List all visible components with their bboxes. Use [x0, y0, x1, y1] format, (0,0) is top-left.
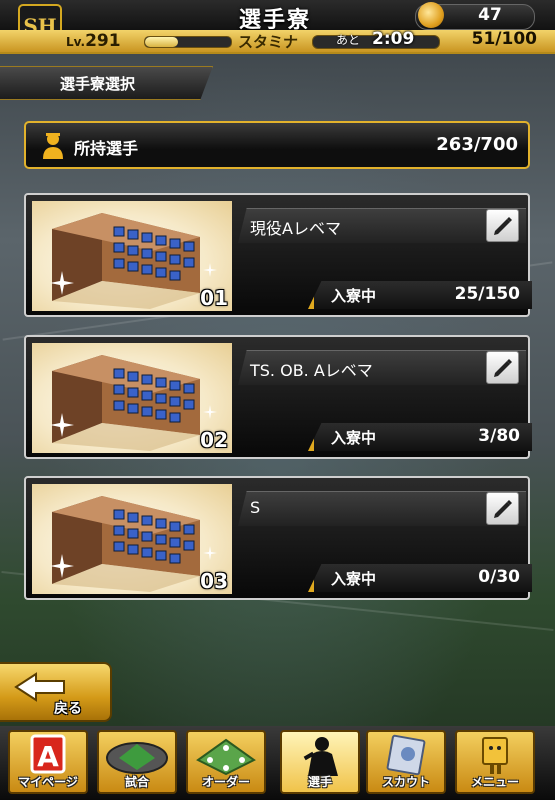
- svg-text:A: A: [37, 740, 59, 773]
- dorm-name: S: [250, 498, 261, 517]
- nav-menu-button[interactable]: メニュー: [455, 730, 535, 794]
- level-prefix: Lv.: [66, 35, 86, 49]
- gem-count: 47: [478, 5, 502, 25]
- section-title: 選手寮選択: [60, 75, 136, 93]
- dorm-number: 03: [200, 569, 228, 593]
- dorm-count: 25/150: [454, 284, 520, 304]
- edit-name-button[interactable]: [486, 209, 519, 242]
- dorm-building-image: 02: [32, 343, 232, 453]
- owned-value: 263/700: [436, 134, 518, 155]
- stamina-label: スタミナ: [238, 33, 299, 51]
- nav-game-button[interactable]: 試合: [97, 730, 177, 794]
- nav-label: スカウト: [381, 775, 430, 789]
- pencil-icon: [494, 500, 512, 518]
- dorm-building-image: 01: [32, 201, 232, 311]
- player-icon: [303, 737, 338, 776]
- nav-scout-button[interactable]: スカウト: [366, 730, 446, 794]
- back-button[interactable]: 戻る: [0, 662, 112, 722]
- back-label: 戻る: [54, 701, 82, 717]
- level-display: Lv.291: [66, 31, 121, 51]
- dorm-status: 入寮中: [331, 429, 377, 447]
- scout-icon: [386, 734, 426, 776]
- dorm-name-box: [238, 491, 526, 526]
- dorm-building-image: 03: [32, 484, 232, 594]
- dorm-status: 入寮中: [331, 287, 377, 305]
- dorm-count: 3/80: [478, 426, 520, 446]
- dorm-name: TS. OB. Aレベマ: [250, 361, 373, 380]
- pencil-icon: [494, 359, 512, 377]
- mypage-icon: A: [30, 734, 66, 774]
- stadium-icon: [106, 742, 168, 774]
- nav-label: メニュー: [470, 775, 519, 789]
- edit-name-button[interactable]: [486, 492, 519, 525]
- recover-timer: 2:09: [372, 29, 415, 49]
- menu-icon: [482, 737, 508, 774]
- owned-players-bar: 所持選手 263/700: [24, 121, 530, 169]
- player-silhouette-icon: [43, 133, 63, 159]
- dorm-card-01[interactable]: 01 現役Aレベマ 入寮中 25/150: [24, 193, 532, 317]
- recover-prefix: あと: [336, 33, 361, 47]
- gem-icon: [418, 2, 444, 28]
- nav-label: 選手: [307, 775, 332, 789]
- owned-label: 所持選手: [74, 139, 139, 158]
- dorm-number: 02: [200, 428, 228, 452]
- exp-fill: [145, 37, 178, 47]
- pencil-icon: [494, 217, 512, 235]
- dorm-card-03[interactable]: 03 S 入寮中 0/30: [24, 476, 532, 600]
- dorm-status: 入寮中: [331, 570, 377, 588]
- dorm-name: 現役Aレベマ: [250, 219, 341, 238]
- dorm-card-02[interactable]: 02 TS. OB. Aレベマ 入寮中 3/80: [24, 335, 532, 459]
- order-icon: [196, 738, 256, 776]
- edit-name-button[interactable]: [486, 351, 519, 384]
- nav-player-button[interactable]: 選手: [280, 730, 360, 794]
- nav-label: 試合: [124, 775, 149, 789]
- dorm-count: 0/30: [478, 567, 520, 587]
- dorm-number: 01: [200, 286, 228, 310]
- nav-mypage-button[interactable]: A マイページ: [8, 730, 88, 794]
- nav-order-button[interactable]: オーダー: [186, 730, 266, 794]
- section-header: 選手寮選択: [0, 66, 213, 100]
- nav-label: オーダー: [201, 775, 250, 789]
- stamina-value: 51/100: [471, 29, 537, 49]
- level-value: 291: [85, 31, 121, 51]
- nav-label: マイページ: [18, 775, 78, 789]
